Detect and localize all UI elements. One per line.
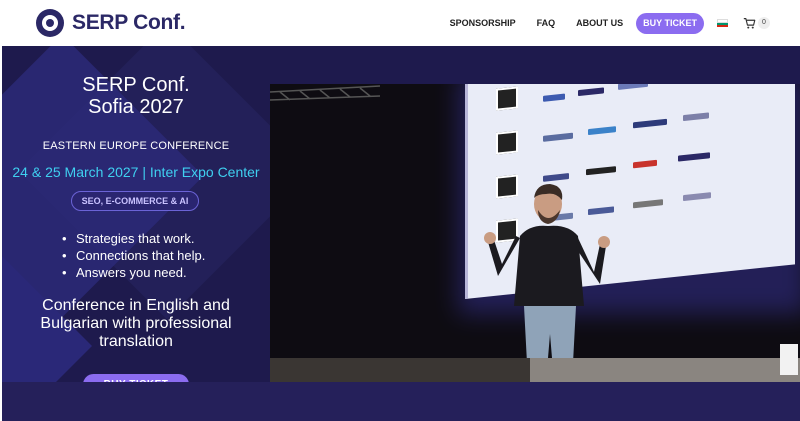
hero-title-line1: SERP Conf. (82, 74, 190, 96)
hero-subtitle: EASTERN EUROPE CONFERENCE (42, 140, 230, 152)
bulgaria-flag-icon[interactable] (717, 19, 728, 27)
main-nav: SPONSORSHIP FAQ ABOUT US BUY TICKET 0 (450, 12, 770, 34)
nav-item-faq[interactable]: FAQ (537, 18, 556, 28)
nav-buy-ticket-button[interactable]: BUY TICKET (636, 12, 704, 34)
scrollbar[interactable] (780, 344, 798, 375)
hero-bottom-band (2, 382, 800, 421)
sponsor-logo (683, 192, 711, 202)
cart-icon (743, 17, 756, 29)
sponsor-logo (588, 126, 616, 136)
sponsor-logo (618, 84, 648, 90)
benefits-list: Strategies that work. Connections that h… (60, 230, 205, 281)
sponsor-logo (683, 112, 709, 122)
benefit-item: Answers you need. (60, 264, 205, 281)
benefit-item: Strategies that work. (60, 230, 205, 247)
topic-badge: SEO, E-COMMERCE & AI (71, 191, 199, 211)
sponsor-logo (633, 118, 667, 129)
hero-text-panel: SERP Conf. Sofia 2027 EASTERN EUROPE CON… (2, 46, 270, 421)
sponsor-logo (543, 132, 573, 142)
sponsor-logo (578, 87, 604, 97)
sponsor-logo (633, 199, 663, 209)
language-note-line2: Bulgarian with professional (40, 315, 232, 332)
logo-mark-icon (36, 9, 64, 37)
stage-floor (530, 358, 800, 382)
benefit-item: Connections that help. (60, 247, 205, 264)
sponsor-logo (633, 159, 657, 169)
qr-code-graphic (496, 86, 518, 111)
speaker-figure (484, 184, 610, 382)
logo-text: SERP Conf. (72, 11, 186, 34)
hero-conference-photo (270, 84, 800, 382)
language-note: Conference in English and Bulgarian with… (2, 297, 270, 351)
qr-code-graphic (496, 130, 518, 155)
site-logo[interactable]: SERP Conf. (36, 8, 186, 38)
hero-section: SERP Conf. Sofia 2027 EASTERN EUROPE CON… (2, 46, 800, 421)
hero-title-line2: Sofia 2027 (88, 96, 184, 118)
nav-item-sponsorship[interactable]: SPONSORSHIP (450, 18, 516, 28)
sponsor-logo (543, 93, 565, 102)
language-note-line3: translation (99, 333, 173, 350)
stage-rig-graphic (270, 85, 381, 101)
hero-date-venue: 24 & 25 March 2027 | Inter Expo Center (12, 164, 260, 180)
language-note-line1: Conference in English and (42, 297, 230, 314)
site-header: SERP Conf. SPONSORSHIP FAQ ABOUT US BUY … (0, 0, 800, 46)
nav-item-about-us[interactable]: ABOUT US (576, 18, 623, 28)
cart-button[interactable]: 0 (743, 17, 770, 30)
cart-count-badge: 0 (758, 17, 770, 29)
sponsor-logo (678, 152, 710, 162)
